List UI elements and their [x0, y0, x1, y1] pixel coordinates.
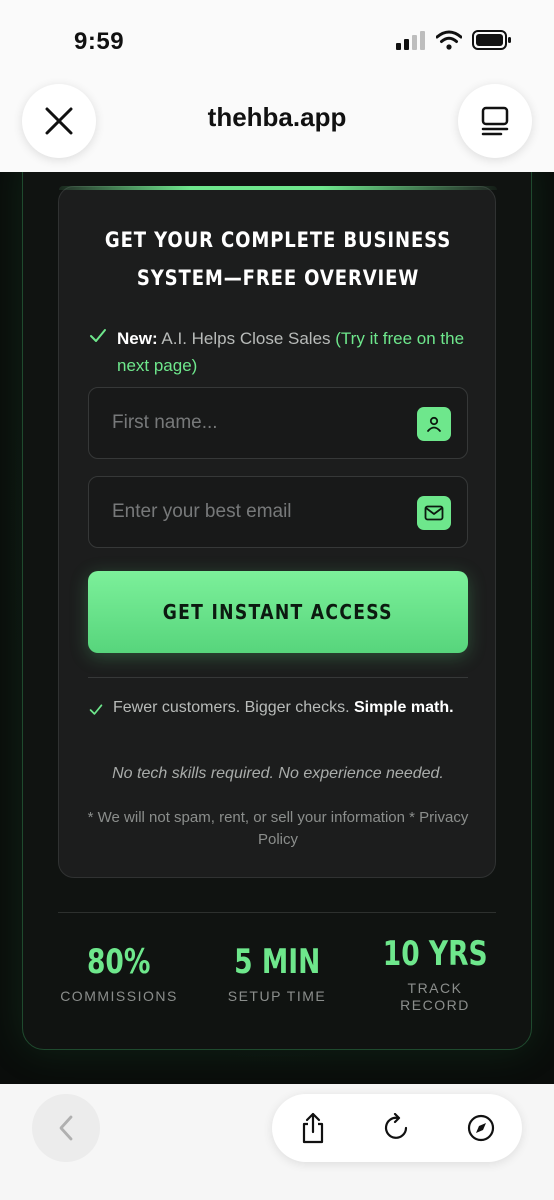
first-name-field-wrap [88, 387, 469, 459]
email-input[interactable] [89, 477, 469, 547]
battery-icon [472, 30, 511, 50]
chevron-left-icon [59, 1115, 73, 1141]
compass-button[interactable] [464, 1111, 498, 1145]
form-title-line1: GET YOUR COMPLETE BUSINESS [104, 228, 452, 252]
wifi-icon [436, 30, 462, 50]
new-label: New: [117, 329, 158, 348]
stat-track-record: 10 YRS TRACK RECORD [360, 934, 510, 1014]
compass-icon [467, 1114, 495, 1142]
signal-icon [396, 31, 425, 50]
cta-label: GET INSTANT ACCESS [162, 600, 394, 624]
mail-icon [417, 496, 451, 530]
benefit-strong: Simple math. [353, 699, 454, 716]
stat-label: TRACK RECORD [400, 980, 470, 1013]
form-title-line2: SYSTEM—FREE OVERVIEW [136, 266, 420, 290]
stat-setup-time: 5 MIN SETUP TIME [202, 942, 352, 1005]
new-feature-text: New: A.I. Helps Close Sales (Try it free… [117, 325, 477, 379]
share-button[interactable] [296, 1111, 330, 1145]
tabs-button[interactable] [458, 84, 532, 158]
divider [88, 677, 468, 678]
reload-button[interactable] [380, 1111, 414, 1145]
stat-value: 5 MIN [233, 942, 321, 982]
get-instant-access-button[interactable]: GET INSTANT ACCESS [88, 571, 468, 653]
stat-value: 80% [87, 942, 151, 982]
form-title: GET YOUR COMPLETE BUSINESS SYSTEM—FREE O… [90, 221, 467, 297]
tabs-icon [481, 106, 509, 136]
first-name-input[interactable] [89, 388, 469, 458]
stat-label: SETUP TIME [227, 988, 327, 1004]
stats-divider [58, 912, 496, 913]
signup-form-card: GET YOUR COMPLETE BUSINESS SYSTEM—FREE O… [58, 186, 497, 878]
status-bar: 9:59 [0, 0, 554, 84]
status-icons [396, 30, 512, 50]
stat-value: 10 YRS [382, 934, 488, 974]
bottom-toolbar [0, 1084, 554, 1200]
benefit-desc: Fewer customers. Bigger checks. [113, 699, 354, 716]
browser-header: thehba.app [0, 84, 554, 172]
check-icon [89, 327, 107, 350]
check-icon [89, 701, 103, 722]
status-time: 9:59 [74, 28, 125, 55]
actions-pill [272, 1094, 522, 1162]
stat-label: COMMISSIONS [60, 988, 178, 1004]
new-feature-desc: A.I. Helps Close Sales [157, 329, 336, 348]
privacy-note[interactable]: * We will not spam, rent, or sell your i… [79, 807, 477, 851]
no-tech-note: No tech skills required. No experience n… [112, 765, 444, 782]
page-content: GET YOUR COMPLETE BUSINESS SYSTEM—FREE O… [0, 172, 554, 1084]
benefit-text: Fewer customers. Bigger checks. Simple m… [113, 695, 463, 721]
email-field-wrap [88, 476, 469, 548]
reload-icon [384, 1113, 408, 1139]
back-button[interactable] [32, 1094, 100, 1162]
share-icon [302, 1112, 324, 1144]
user-icon [417, 407, 451, 441]
stat-commissions: 80% COMMISSIONS [44, 942, 194, 1005]
